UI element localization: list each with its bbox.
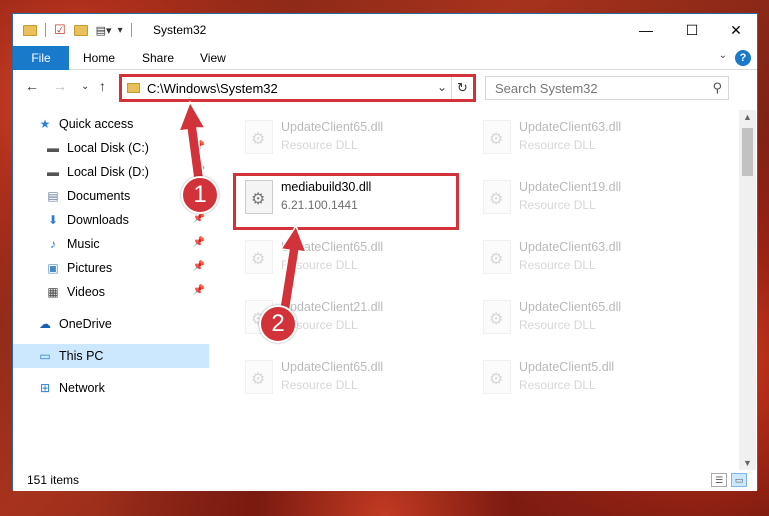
step-2-badge: 2 — [259, 305, 297, 343]
arrow-2 — [278, 224, 308, 316]
step-1-badge: 1 — [181, 176, 219, 214]
annotation-arrows — [177, 100, 308, 316]
